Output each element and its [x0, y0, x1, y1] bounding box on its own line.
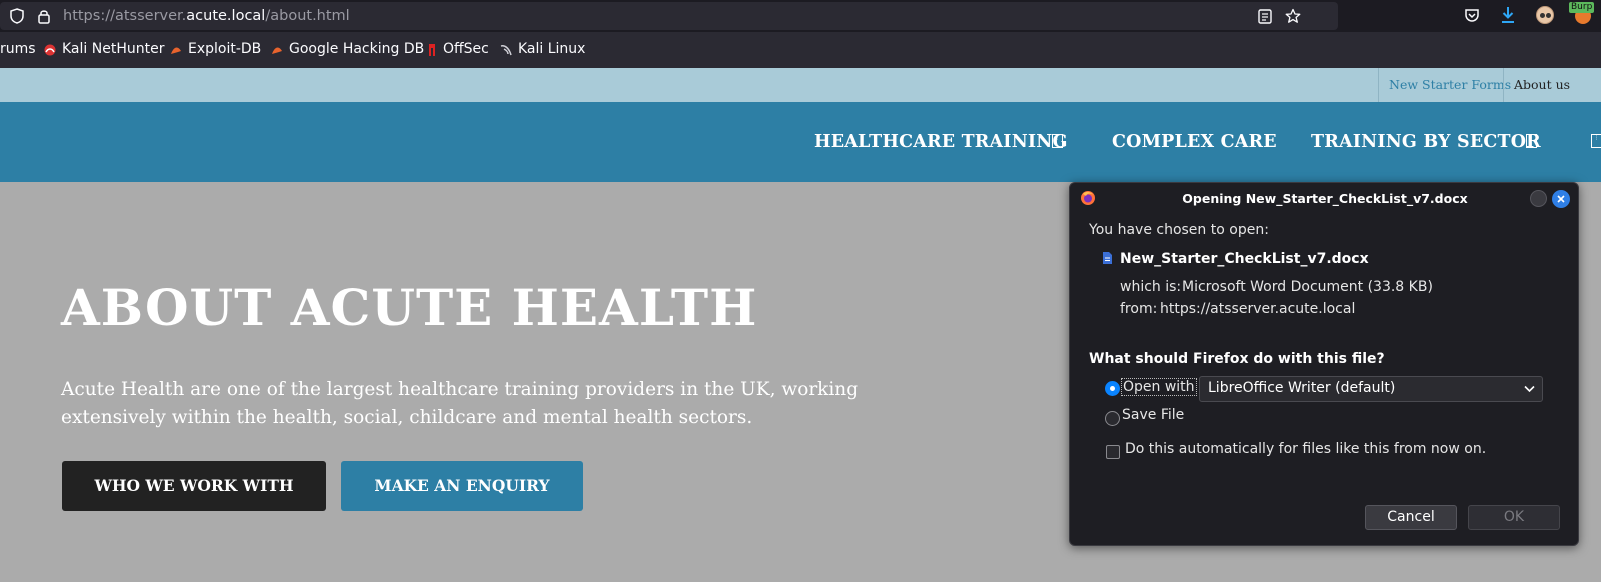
page-title: ABOUT ACUTE HEALTH: [61, 278, 758, 337]
from-label: from:: [1120, 301, 1158, 317]
bookmark-forums[interactable]: rums: [0, 41, 36, 57]
burp-extension-icon[interactable]: Burp: [1569, 2, 1595, 24]
new-starter-forms-link[interactable]: New Starter Forms: [1389, 68, 1511, 102]
divider: [1503, 68, 1504, 102]
bookmark-kali-nethunter[interactable]: Kali NetHunter: [62, 41, 164, 57]
kali-nethunter-icon: [44, 44, 56, 56]
dropdown-icon: ⋮: [1052, 134, 1063, 148]
bookmark-kali-linux[interactable]: Kali Linux: [518, 41, 585, 57]
auto-label[interactable]: Do this automatically for files like thi…: [1125, 441, 1486, 457]
save-file-label[interactable]: Save File: [1122, 407, 1184, 423]
bookmarks-toolbar: rums Kali NetHunter Exploit-DB Google Ha…: [0, 32, 1601, 68]
close-icon: [1557, 195, 1565, 203]
from-value: https://atsserver.acute.local: [1160, 301, 1356, 317]
about-us-link[interactable]: About us: [1514, 68, 1570, 102]
offsec-icon: [429, 44, 435, 56]
ok-button[interactable]: OK: [1468, 505, 1560, 530]
hero-description: Acute Health are one of the largest heal…: [61, 379, 859, 428]
bookmark-offsec[interactable]: OffSec: [443, 41, 489, 57]
nav-training-by-sector[interactable]: TRAINING BY SECTOR: [1311, 132, 1541, 152]
word-document-icon: [1103, 252, 1112, 264]
make-an-enquiry-button[interactable]: MAKE AN ENQUIRY: [341, 461, 583, 511]
dialog-intro: You have chosen to open:: [1089, 222, 1269, 238]
save-file-radio[interactable]: [1105, 411, 1120, 426]
dialog-filename: New_Starter_CheckList_v7.docx: [1120, 251, 1369, 267]
google-hacking-db-icon: [272, 47, 282, 54]
divider: [1378, 68, 1379, 102]
dropdown-icon: ⋮: [1591, 134, 1601, 148]
open-with-select[interactable]: LibreOffice Writer (default): [1199, 376, 1543, 402]
which-is-value: Microsoft Word Document (33.8 KB): [1182, 279, 1433, 295]
which-is-label: which is:: [1120, 279, 1182, 295]
bookmark-google-hacking-db[interactable]: Google Hacking DB: [289, 41, 424, 57]
url-bar[interactable]: https://atsserver.acute.local/about.html: [0, 2, 1338, 30]
extension-avatar-icon[interactable]: [1536, 6, 1554, 24]
cancel-button[interactable]: Cancel: [1365, 505, 1457, 530]
site-top-strip: New Starter Forms About us: [0, 68, 1601, 102]
download-dialog: Opening New_Starter_CheckList_v7.docx Yo…: [1069, 182, 1579, 546]
open-with-label[interactable]: Open with: [1121, 378, 1197, 396]
chevron-down-icon: [1524, 385, 1535, 393]
dropdown-icon: ⋮: [1526, 134, 1537, 148]
who-we-work-with-button[interactable]: WHO WE WORK WITH: [62, 461, 326, 511]
bookmark-star-icon[interactable]: [1285, 8, 1301, 24]
close-button[interactable]: [1552, 190, 1570, 208]
lock-icon[interactable]: [37, 8, 51, 24]
reader-view-icon[interactable]: [1258, 9, 1272, 24]
browser-toolbar: https://atsserver.acute.local/about.html…: [0, 0, 1601, 32]
nav-complex-care[interactable]: COMPLEX CARE: [1112, 132, 1277, 152]
kali-linux-icon: [500, 45, 512, 56]
exploit-db-icon: [171, 47, 181, 54]
main-nav: HEALTHCARE TRAINING ⋮ COMPLEX CARE TRAIN…: [0, 102, 1601, 182]
url-text[interactable]: https://atsserver.acute.local/about.html: [63, 8, 350, 24]
pocket-icon[interactable]: [1464, 8, 1480, 23]
open-with-radio[interactable]: [1105, 381, 1120, 396]
auto-checkbox[interactable]: [1106, 445, 1120, 459]
minimize-button[interactable]: [1530, 190, 1547, 207]
download-icon[interactable]: [1500, 6, 1516, 24]
burp-badge: Burp: [1569, 2, 1595, 13]
nav-healthcare-training[interactable]: HEALTHCARE TRAINING: [814, 132, 1068, 152]
shield-icon[interactable]: [10, 8, 24, 24]
bookmark-exploit-db[interactable]: Exploit-DB: [188, 41, 261, 57]
dialog-question: What should Firefox do with this file?: [1089, 351, 1385, 367]
dialog-title: Opening New_Starter_CheckList_v7.docx: [1182, 191, 1468, 206]
open-with-app: LibreOffice Writer (default): [1208, 380, 1396, 396]
